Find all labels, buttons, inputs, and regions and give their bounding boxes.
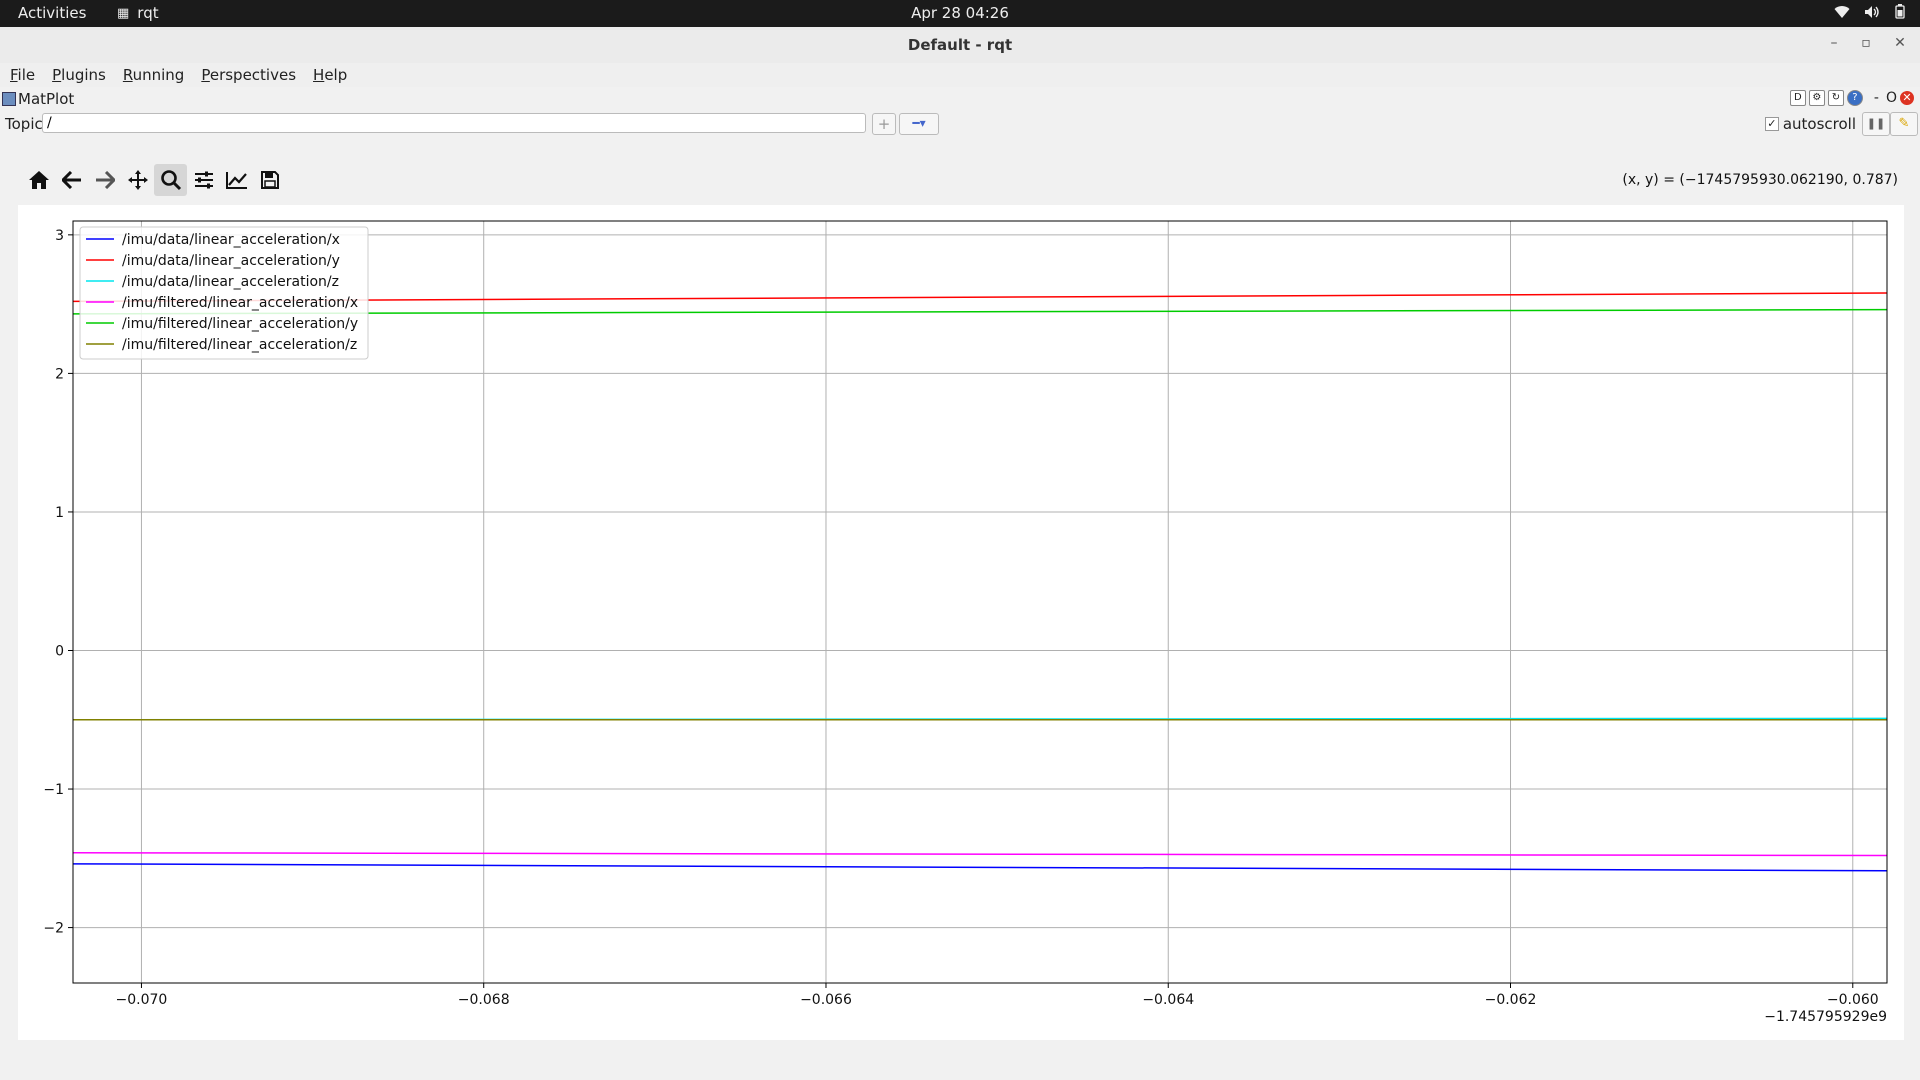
window-title-bar: Default - rqt – ▫ ✕ [0,27,1920,64]
x-tick-label: −0.070 [116,992,168,1008]
x-tick-label: −0.064 [1142,992,1194,1008]
battery-icon[interactable] [1894,4,1906,23]
system-tray[interactable] [1834,4,1906,23]
x-offset-label: −1.745795929e9 [1764,1009,1887,1025]
back-arrow-icon[interactable] [55,164,88,196]
forward-arrow-icon[interactable] [88,164,121,196]
plugin-header: MatPlot D ⚙ ↻ ? - O ✕ [0,88,1920,110]
cursor-coordinates: (x, y) = (−1745795930.062190, 0.787) [1622,172,1898,188]
y-tick-label: 1 [55,505,64,521]
x-tick-label: −0.060 [1827,992,1879,1008]
close-plugin-icon[interactable]: ✕ [1900,91,1914,105]
legend-label-2: /imu/data/linear_acceleration/z [122,274,339,290]
y-tick-label: 2 [55,366,64,382]
add-topic-button[interactable]: + [872,113,896,135]
save-icon[interactable] [253,164,286,196]
window-title: Default - rqt [907,36,1013,54]
remove-topic-button[interactable]: ━▾ [899,113,939,135]
menu-running[interactable]: Running [113,63,191,87]
pause-icon[interactable]: ❚❚ [1862,112,1890,136]
menu-help[interactable]: Help [303,63,354,87]
system-top-bar: Activities ▦ rqt Apr 28 04:26 [0,0,1920,27]
volume-icon[interactable] [1864,5,1880,23]
menu-plugins[interactable]: Plugins [42,63,113,87]
topic-row: Topic + ━▾ ✓ autoscroll ❚❚ ✎ [0,112,1920,136]
help-icon[interactable]: ? [1846,90,1863,106]
y-tick-label: −1 [43,782,64,798]
reload-icon[interactable]: ↻ [1827,90,1844,106]
menu-perspectives[interactable]: Perspectives [191,63,303,87]
clear-icon[interactable]: ✎ [1890,112,1918,136]
matplot-plugin-icon [2,92,16,106]
minimize-plugin-button[interactable]: - [1874,90,1879,106]
autoscroll-checkbox[interactable]: ✓ [1764,117,1779,131]
autoscroll-toggle[interactable]: ✓ autoscroll [1764,115,1856,133]
clock[interactable]: Apr 28 04:26 [0,4,1920,22]
edit-axis-icon[interactable] [220,164,253,196]
dock-button[interactable]: D [1789,90,1806,106]
menu-file[interactable]: File [0,63,42,87]
series-line-0 [72,863,1888,872]
y-tick-label: 0 [55,643,64,659]
legend-label-0: /imu/data/linear_acceleration/x [122,232,340,248]
maximize-button[interactable]: ▫ [1856,35,1876,51]
x-tick-label: −0.062 [1485,992,1537,1008]
x-tick-label: −0.068 [458,992,510,1008]
legend-label-4: /imu/filtered/linear_acceleration/y [122,316,358,332]
topic-input[interactable] [42,113,866,133]
subplots-config-icon[interactable] [187,164,220,196]
minimize-button[interactable]: – [1824,35,1844,51]
autoscroll-label: autoscroll [1782,115,1856,133]
legend-label-5: /imu/filtered/linear_acceleration/z [122,337,357,353]
line-chart[interactable]: −0.070 −0.068 −0.066 −0.064 −0.062 −0.060 −2 −1… [18,205,1904,1040]
topic-label: Topic [5,115,43,133]
x-tick-label: −0.066 [800,992,852,1008]
plot-toolbar [22,164,286,196]
zoom-icon[interactable] [154,164,187,196]
gear-icon[interactable]: ⚙ [1808,90,1825,106]
series-line-3 [72,852,1888,857]
close-window-button[interactable]: ✕ [1890,35,1910,51]
float-plugin-button[interactable]: O [1886,90,1897,106]
pan-icon[interactable] [121,164,154,196]
plugin-controls: D ⚙ ↻ ? - O ✕ [1789,90,1914,106]
plot-canvas[interactable]: −0.070 −0.068 −0.066 −0.064 −0.062 −0.060 −2 −1… [18,205,1904,1040]
wifi-icon[interactable] [1834,5,1850,23]
y-tick-label: 3 [55,228,64,244]
plugin-name: MatPlot [18,90,75,108]
plugin-title: MatPlot [2,90,74,108]
home-icon[interactable] [22,164,55,196]
y-tick-label: −2 [43,921,64,937]
menu-bar: File Plugins Running Perspectives Help [0,63,1920,87]
legend-label-1: /imu/data/linear_acceleration/y [122,253,340,269]
legend-label-3: /imu/filtered/linear_acceleration/x [122,295,358,311]
